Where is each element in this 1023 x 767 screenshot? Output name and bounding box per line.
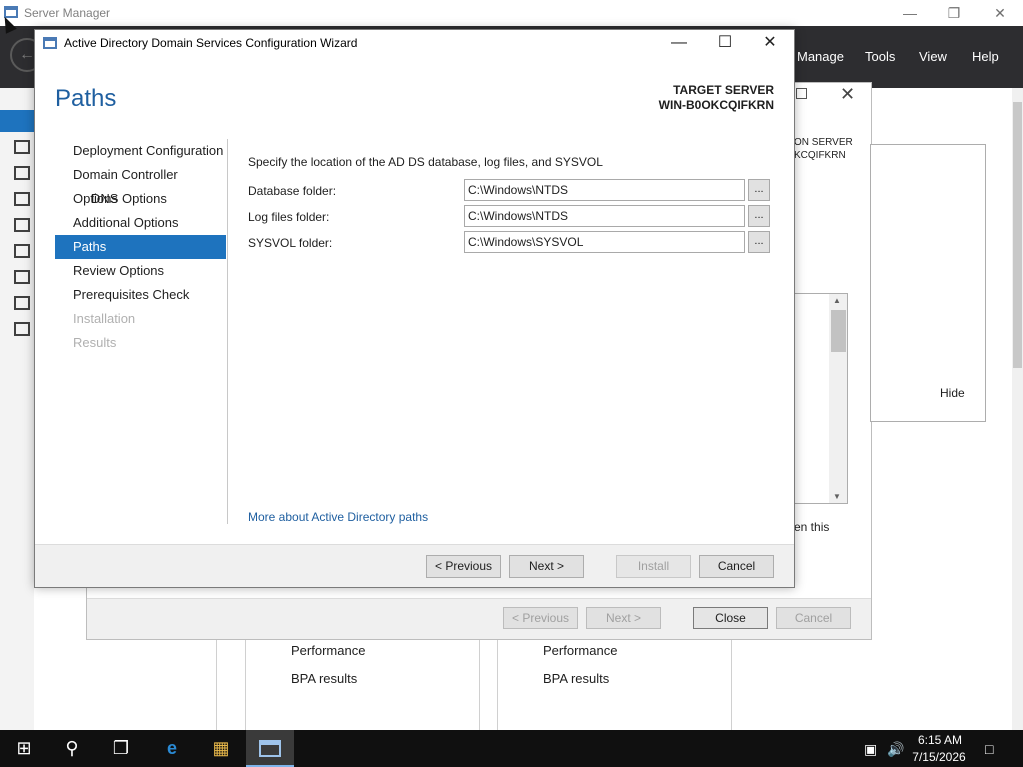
roles-target-server: ON SERVER KCQIFKRN [794, 136, 853, 162]
server-manager-sidebar [0, 88, 34, 730]
task-view-icon[interactable]: ❐ [97, 730, 145, 767]
nav-results: Results [73, 335, 117, 350]
sidebar-dns-icon[interactable] [14, 244, 30, 258]
clock-date[interactable]: 7/15/2026 [906, 750, 972, 764]
nav-paths[interactable]: Paths [55, 235, 226, 259]
menu-tools[interactable]: Tools [865, 49, 895, 64]
menu-manage[interactable]: Manage [797, 49, 844, 64]
sidebar-ad-ds-icon[interactable] [14, 192, 30, 206]
sidebar-all-servers-icon[interactable] [14, 166, 30, 180]
sidebar-dashboard-icon[interactable] [0, 110, 34, 132]
roles-target-line1: ON SERVER [794, 137, 853, 148]
tile-performance[interactable]: Performance [291, 643, 365, 658]
minimize-icon[interactable]: — [896, 3, 924, 23]
sidebar-local-server-icon[interactable] [14, 140, 30, 154]
log-files-folder-label: Log files folder: [248, 210, 330, 224]
scrollbar-thumb[interactable] [1013, 102, 1022, 368]
start-windows-icon[interactable]: ⊞ [0, 730, 48, 767]
close-icon[interactable]: ✕ [840, 84, 855, 105]
scroll-up-icon[interactable]: ▲ [833, 296, 841, 305]
more-about-paths-link[interactable]: More about Active Directory paths [248, 510, 428, 524]
file-explorer-icon[interactable]: ▦ [197, 730, 245, 767]
install-button[interactable]: Install [616, 555, 691, 578]
close-icon[interactable]: ✕ [986, 3, 1014, 23]
close-icon[interactable]: ✕ [755, 32, 785, 54]
maximize-icon[interactable] [796, 88, 807, 99]
nav-prerequisites-check[interactable]: Prerequisites Check [55, 283, 226, 307]
sysvol-folder-label: SYSVOL folder: [248, 236, 333, 250]
menu-help[interactable]: Help [972, 49, 999, 64]
scroll-down-icon[interactable]: ▼ [833, 492, 841, 501]
cancel-button[interactable]: Cancel [699, 555, 774, 578]
previous-button[interactable]: < Previous [426, 555, 501, 578]
restore-icon[interactable]: ❐ [940, 3, 968, 23]
maximize-icon[interactable]: ☐ [710, 32, 740, 54]
nav-separator [227, 139, 228, 524]
notifications-icon[interactable]: □ [985, 741, 993, 757]
nav-review-options[interactable]: Review Options [55, 259, 226, 283]
minimize-icon[interactable]: — [664, 32, 694, 54]
tile-performance[interactable]: Performance [543, 643, 617, 658]
tile-divider [216, 640, 217, 730]
database-folder-browse-button[interactable]: ... [748, 179, 770, 201]
clock-time[interactable]: 6:15 AM [910, 733, 970, 747]
tile-bpa-results[interactable]: BPA results [543, 671, 609, 686]
roles-target-line2: KCQIFKRN [794, 150, 846, 161]
log-files-folder-browse-button[interactable]: ... [748, 205, 770, 227]
sidebar-wsus-icon[interactable] [14, 296, 30, 310]
sidebar-file-services-icon[interactable] [14, 218, 30, 232]
roles-when-text: en this [794, 520, 830, 534]
roles-cancel-button[interactable]: Cancel [776, 607, 851, 629]
nav-dns-options[interactable]: DNS Options [55, 187, 226, 211]
database-folder-input[interactable]: C:\Windows\NTDS [464, 179, 745, 201]
network-icon[interactable]: ▣ [864, 741, 877, 758]
page-title: Paths [55, 85, 117, 112]
server-manager-title: Server Manager [24, 6, 111, 20]
target-server-name: WIN-B0OKCQIFKRN [658, 98, 774, 112]
nav-domain-controller-options[interactable]: Domain Controller Options [55, 163, 226, 206]
server-manager-app-icon [259, 740, 281, 757]
internet-explorer-icon[interactable]: e [148, 730, 196, 767]
sidebar-iis-icon[interactable] [14, 270, 30, 284]
sidebar-print-icon[interactable] [14, 322, 30, 336]
menu-view[interactable]: View [919, 49, 947, 64]
dashboard-tile: Performance BPA results [245, 640, 480, 732]
paths-description: Specify the location of the AD DS databa… [248, 155, 603, 169]
roles-next-button[interactable]: Next > [586, 607, 661, 629]
sysvol-folder-input[interactable]: C:\Windows\SYSVOL [464, 231, 745, 253]
roles-progress-panel [870, 144, 986, 422]
dashboard-tile: Performance BPA results [497, 640, 732, 732]
nav-installation: Installation [73, 311, 136, 326]
sysvol-folder-browse-button[interactable]: ... [748, 231, 770, 253]
wizard-title: Active Directory Domain Services Configu… [64, 36, 358, 50]
nav-deployment-configuration[interactable]: Deployment Configuration [55, 139, 226, 163]
target-server-label: TARGET SERVER [673, 83, 774, 97]
search-icon[interactable]: ⚲ [48, 730, 96, 767]
roles-previous-button[interactable]: < Previous [503, 607, 578, 629]
roles-list-scrollbar-thumb[interactable] [831, 310, 846, 352]
nav-additional-options[interactable]: Additional Options [55, 211, 226, 235]
server-manager-titlebar: Server Manager — ❐ ✕ [0, 0, 1023, 26]
log-files-folder-input[interactable]: C:\Windows\NTDS [464, 205, 745, 227]
next-button[interactable]: Next > [509, 555, 584, 578]
wizard-app-icon [43, 37, 57, 49]
roles-close-button[interactable]: Close [693, 607, 768, 629]
volume-muted-icon[interactable]: 🔊 [887, 741, 904, 758]
tile-bpa-results[interactable]: BPA results [291, 671, 357, 686]
hide-link[interactable]: Hide [940, 386, 965, 400]
database-folder-label: Database folder: [248, 184, 337, 198]
